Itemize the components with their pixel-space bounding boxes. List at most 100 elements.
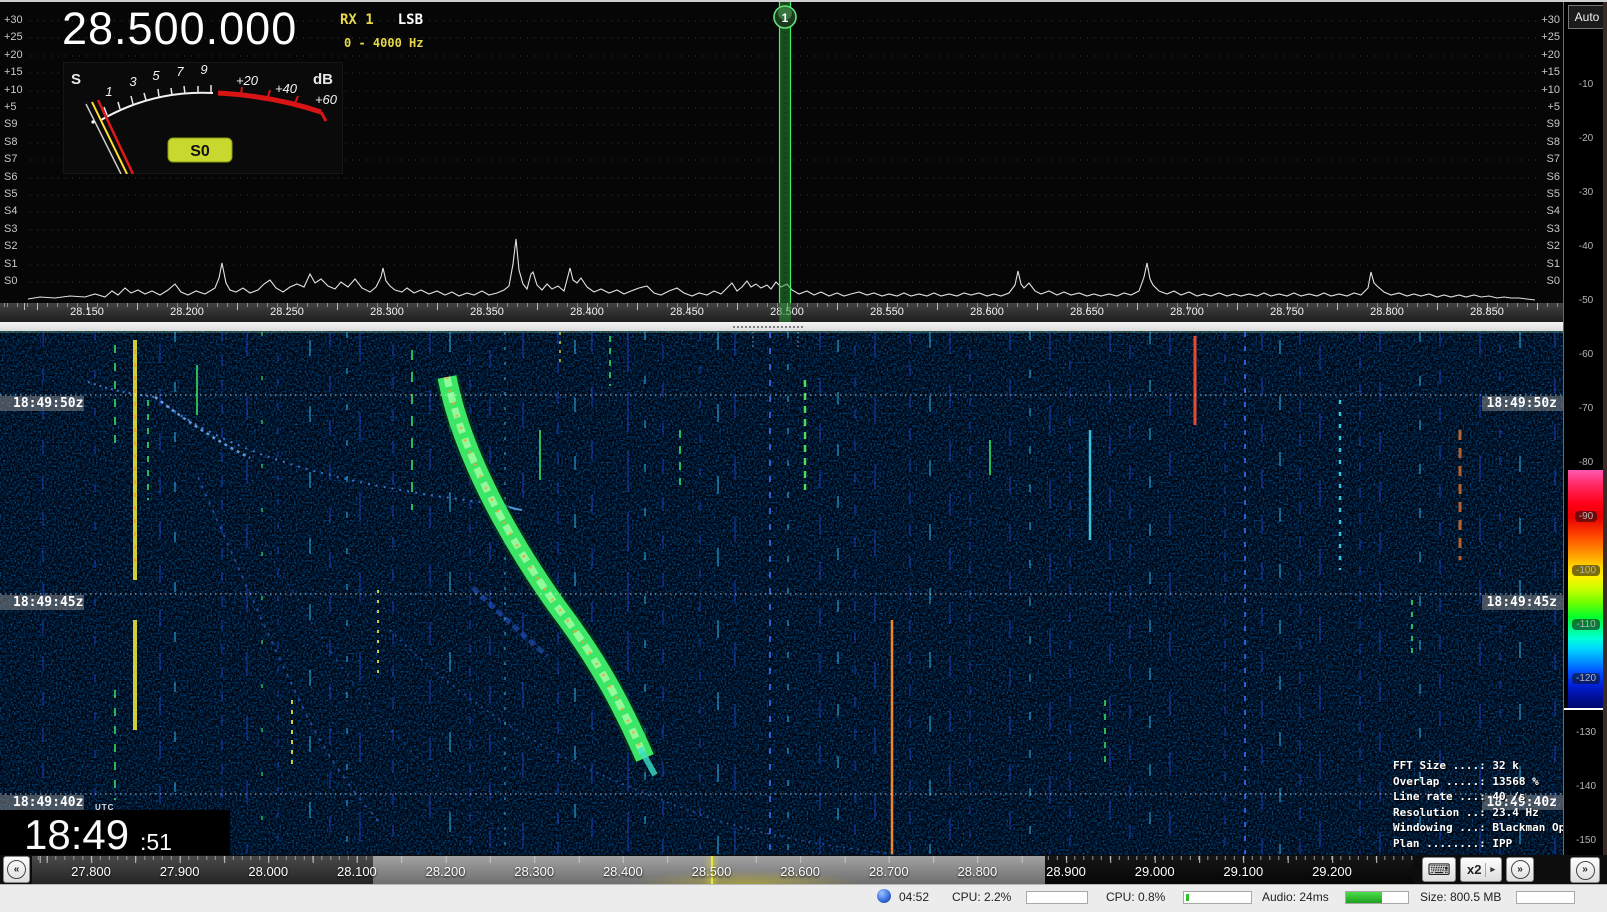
db-scale-label: S0 <box>1546 275 1560 287</box>
spectrum-db-scale-left: +30 +25 +20 +15 +10 +5 S9 S8 S7 S6 S5 S4 S3 S2 S1 S0 <box>0 0 30 305</box>
db-value-label: -50 <box>1578 295 1594 306</box>
axis-frequency-label: 28.650 <box>1070 306 1104 318</box>
axis-frequency-label: 28.200 <box>170 306 204 318</box>
fast-forward-icon: » <box>1510 860 1530 879</box>
band-scale[interactable]: 27.800 27.900 28.000 28.100 28.200 28.300 28.4… <box>32 856 1413 884</box>
db-value-label: -60 <box>1578 349 1594 360</box>
db-scale-label: +30 <box>1541 14 1560 26</box>
timestamp-left: 18:49:40z <box>0 795 84 810</box>
db-scale-label: S7 <box>4 153 18 165</box>
db-scale-label: S4 <box>1546 205 1560 217</box>
axis-frequency-label: 28.150 <box>70 306 104 318</box>
fft-info-line: Plan ........: IPP <box>1393 836 1513 850</box>
axis-frequency-label: 28.250 <box>270 306 304 318</box>
audio-latency-stat: Audio: 24ms <box>1262 890 1329 904</box>
db-scale-label: S2 <box>1546 240 1560 252</box>
waterfall-resume-button[interactable]: » <box>1570 857 1600 883</box>
fft-info-panel: FFT Size ....: 32 k Overlap .....: 13568 … <box>1393 758 1572 851</box>
fft-info-line: Overlap .....: 13568 % <box>1393 774 1539 788</box>
band-frequency-label: 28.600 <box>780 864 820 879</box>
scroll-right-button[interactable]: » <box>1506 857 1534 882</box>
band-frequency-label: 28.900 <box>1046 864 1086 879</box>
db-scale-label: S4 <box>4 205 18 217</box>
band-frequency-label: 28.100 <box>337 864 377 879</box>
cpu2-stat: CPU: 0.8% <box>1106 890 1166 904</box>
db-scale-label: +10 <box>4 84 23 96</box>
db-scale-column: Auto -10 -20 -30 -40 -50 -60 -70 -80 -90 -100 -110… <box>1563 0 1607 855</box>
fast-forward-icon: » <box>1575 860 1595 880</box>
keyboard-entry-button[interactable]: ⌨ <box>1422 857 1456 882</box>
frequency-readout[interactable]: 28.500.000 <box>62 3 297 55</box>
utc-clock: UTC 18:49 :51 <box>0 803 230 858</box>
receiver-info: RX 1 LSB <box>340 12 423 28</box>
axis-frequency-label: 28.300 <box>370 306 404 318</box>
timestamp-left: 18:49:45z <box>0 595 84 610</box>
db-scale-label: +20 <box>1541 49 1560 61</box>
audio-buffer-meter <box>1345 891 1409 904</box>
db-scale-label: S6 <box>1546 171 1560 183</box>
tuning-marker-axis-band <box>779 303 791 322</box>
mode-label[interactable]: LSB <box>398 12 423 28</box>
band-frequency-label: 28.300 <box>514 864 555 879</box>
fft-info-line: Windowing ...: Blackman Opt <box>1393 821 1572 834</box>
db-value-label: -140 <box>1575 781 1596 792</box>
db-scale-label: S5 <box>4 188 18 200</box>
timestamp-left: 18:49:50z <box>0 396 84 411</box>
svg-text:7: 7 <box>176 64 184 79</box>
db-scale-label: +15 <box>4 66 23 78</box>
db-scale-label: S1 <box>1546 258 1560 270</box>
db-value-label: -150 <box>1575 835 1596 846</box>
svg-text:5: 5 <box>152 68 160 83</box>
panel-splitter[interactable] <box>0 322 1563 331</box>
db-scale-label: +25 <box>1541 31 1560 43</box>
splitter-grip-dots <box>733 326 803 328</box>
smeter-db-label: dB <box>313 71 333 88</box>
rx-number-label: RX 1 <box>340 12 374 28</box>
db-value-label: -100 <box>1564 564 1607 577</box>
status-bar: 04:52 CPU: 2.2% CPU: 0.8% Audio: 24ms Si… <box>0 884 1607 912</box>
band-frequency-label: 28.200 <box>425 864 466 879</box>
db-scale-label: +15 <box>1541 66 1560 78</box>
db-value-label: -80 <box>1578 457 1594 468</box>
spectrum-db-scale-right: +30 +25 +20 +15 +10 +5 S9 S8 S7 S6 S5 S4 S3 S2 S1 S0 <box>1534 0 1562 305</box>
size-meter <box>1516 891 1575 904</box>
scroll-left-button[interactable]: « <box>3 856 30 883</box>
db-scale-label: S8 <box>4 136 18 148</box>
axis-frequency-label: 28.700 <box>1170 306 1204 318</box>
fft-info-line: Resolution ..: 23.4 Hz <box>1393 805 1539 819</box>
svg-text:+40: +40 <box>275 81 298 96</box>
db-scale-label: S3 <box>1546 223 1560 235</box>
db-scale-label: +20 <box>4 49 23 61</box>
band-frequency-label: 28.000 <box>248 864 289 879</box>
buffer-size-stat: Size: 800.5 MB <box>1420 890 1502 904</box>
svg-text:+20: +20 <box>236 73 259 88</box>
frequency-scale-bar[interactable]: « 27.800 27.900 28.000 28.100 28.200 28.300 28… <box>0 855 1607 884</box>
zoom-x2-button[interactable]: x2 ▸ <box>1460 857 1502 882</box>
svg-text:3: 3 <box>129 74 137 89</box>
db-scale-label: S5 <box>1546 188 1560 200</box>
axis-frequency-label: 28.600 <box>970 306 1004 318</box>
clock-seconds: :51 <box>140 829 172 855</box>
db-scale-label: S0 <box>4 275 18 287</box>
db-scale-label: S9 <box>4 118 18 130</box>
cpu1-meter <box>1026 891 1088 904</box>
axis-frequency-label: 28.800 <box>1370 306 1404 318</box>
band-frequency-label: 28.400 <box>602 864 643 879</box>
s-meter: S dB 1 3 5 7 9 +20 +40 +60 S0 <box>63 62 343 174</box>
cpu2-meter <box>1183 891 1252 904</box>
db-value-label: -20 <box>1578 133 1594 144</box>
db-value-label: -30 <box>1578 187 1594 198</box>
auto-range-button[interactable]: Auto <box>1568 5 1606 29</box>
band-frequency-label: 28.800 <box>957 864 998 879</box>
waterfall-display[interactable] <box>0 331 1563 855</box>
db-value-label: -90 <box>1564 510 1607 523</box>
dropdown-arrow-icon[interactable]: ▸ <box>1485 862 1495 877</box>
keyboard-icon: ⌨ <box>1427 861 1451 879</box>
svg-text:1: 1 <box>105 84 112 99</box>
svg-text:+60: +60 <box>315 92 338 107</box>
svg-text:S0: S0 <box>190 143 210 160</box>
tuning-marker[interactable]: 1 <box>773 2 797 305</box>
db-scale-label: S3 <box>4 223 18 235</box>
color-scale-floor-line <box>1564 708 1607 710</box>
db-value-label: -120 <box>1564 672 1607 685</box>
